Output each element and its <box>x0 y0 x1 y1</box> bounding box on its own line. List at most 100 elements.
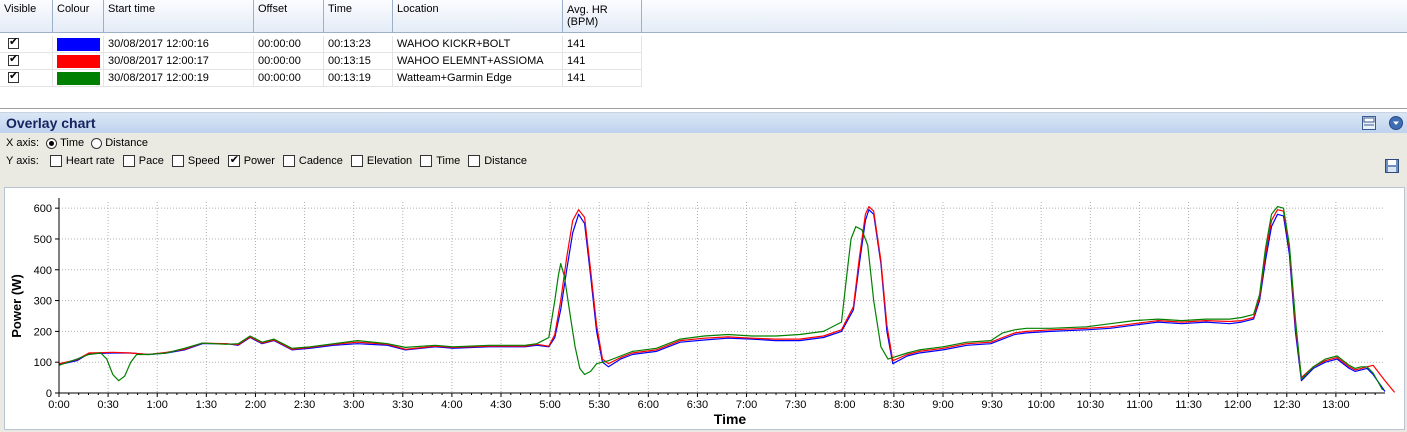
y-tick-label: 400 <box>34 265 52 277</box>
col-colour-header[interactable]: Colour <box>53 0 104 32</box>
x-tick-label: 13:00 <box>1322 399 1350 411</box>
col-offset-header[interactable]: Offset <box>254 0 324 32</box>
x-option-distance[interactable]: Distance <box>87 137 148 149</box>
visible-checkbox[interactable]: ✔ <box>8 53 19 66</box>
x-tick-label: 10:00 <box>1027 399 1055 411</box>
row-avg-hr: 141 <box>563 36 642 53</box>
x-tick-label: 4:00 <box>441 399 462 411</box>
x-option-time[interactable]: Time <box>42 137 87 149</box>
row-avg-hr: 141 <box>563 70 642 87</box>
y-option-pace[interactable]: Pace <box>115 155 164 168</box>
row-colour[interactable] <box>53 53 104 70</box>
x-tick-label: 8:00 <box>834 399 855 411</box>
col-start-time-header[interactable]: Start time <box>104 0 254 32</box>
colour-swatch[interactable] <box>57 38 100 51</box>
y-option-elevation[interactable]: Elevation <box>343 155 412 168</box>
x-tick-label: 2:30 <box>294 399 315 411</box>
power-chart: 0 100 200 300 400 500 600 0:00 0:30 1:00 1:30 2:00 2… <box>4 187 1405 430</box>
table-row[interactable]: ✔ 30/08/2017 12:00:19 00:00:00 00:13:19 Watt… <box>0 70 642 87</box>
x-tick-label: 11:30 <box>1175 399 1202 411</box>
header-filler <box>642 0 1407 32</box>
row-time: 00:13:15 <box>324 53 393 70</box>
table-row[interactable]: ✔ 30/08/2017 12:00:17 00:00:00 00:13:15 WAHO… <box>0 53 642 70</box>
row-time: 00:13:23 <box>324 36 393 53</box>
x-tick-label: 10:30 <box>1077 399 1105 411</box>
x-tick-label: 5:00 <box>539 399 560 411</box>
row-offset: 00:00:00 <box>254 70 324 87</box>
x-tick-label: 1:30 <box>196 399 217 411</box>
col-avg-hr-header[interactable]: Avg. HR (BPM) <box>563 0 642 32</box>
x-tick-label: 4:30 <box>490 399 511 411</box>
y-option-speed[interactable]: Speed <box>164 155 220 168</box>
y-tick-label: 200 <box>34 326 52 338</box>
y-tick-label: 600 <box>34 203 52 215</box>
x-option-distance-radio[interactable] <box>91 137 103 149</box>
x-tick-label: 1:00 <box>147 399 168 411</box>
y-axis-label: Y axis: <box>6 155 39 168</box>
row-time: 00:13:19 <box>324 70 393 87</box>
row-location: WAHOO ELEMNT+ASSIOMA <box>393 53 563 70</box>
row-start-time: 30/08/2017 12:00:19 <box>104 70 254 87</box>
x-tick-label: 0:00 <box>48 399 69 411</box>
collapse-icon[interactable] <box>1389 116 1403 130</box>
visible-checkbox[interactable]: ✔ <box>8 70 19 83</box>
row-visible-checkbox[interactable]: ✔ <box>0 70 53 87</box>
y-option-cadence[interactable]: Cadence <box>275 155 343 168</box>
y-option-checkbox[interactable] <box>122 155 135 168</box>
overlay-panel: Overlay chart X axis: Time Distance Y ax… <box>0 112 1407 432</box>
x-axis-label: X axis: <box>6 137 40 150</box>
x-tick-label: 7:00 <box>736 399 757 411</box>
x-tick-label: 0:30 <box>97 399 118 411</box>
y-option-distance[interactable]: Distance <box>460 155 527 168</box>
row-offset: 00:00:00 <box>254 53 324 70</box>
row-colour[interactable] <box>53 70 104 87</box>
col-visible-header[interactable]: Visible <box>0 0 53 32</box>
save-icon[interactable] <box>1385 159 1399 173</box>
y-tick-label: 100 <box>34 357 52 369</box>
x-tick-label: 3:00 <box>343 399 364 411</box>
y-option-checkbox[interactable] <box>420 155 433 168</box>
row-location: WAHOO KICKR+BOLT <box>393 36 563 53</box>
x-option-time-radio[interactable] <box>46 137 58 149</box>
x-tick-label: 6:30 <box>687 399 708 411</box>
col-time-header[interactable]: Time <box>324 0 393 32</box>
visible-checkbox[interactable]: ✔ <box>8 36 19 49</box>
grid-header: Visible Colour Start time Offset Time Lo… <box>0 0 1407 33</box>
layout-icon[interactable] <box>1362 116 1376 130</box>
x-tick-label: 6:00 <box>638 399 659 411</box>
row-visible-checkbox[interactable]: ✔ <box>0 53 53 70</box>
x-tick-label: 5:30 <box>589 399 610 411</box>
y-option-time[interactable]: Time <box>412 155 460 168</box>
y-axis-title: Power (W) <box>9 274 24 338</box>
track-grid: Visible Colour Start time Offset Time Lo… <box>0 0 1407 109</box>
y-option-checkbox[interactable] <box>468 155 481 168</box>
x-tick-label: 8:30 <box>883 399 904 411</box>
x-tick-label: 3:30 <box>392 399 413 411</box>
row-colour[interactable] <box>53 36 104 53</box>
x-tick-label: 12:30 <box>1273 399 1301 411</box>
row-visible-checkbox[interactable]: ✔ <box>0 36 53 53</box>
x-tick-label: 9:00 <box>932 399 953 411</box>
y-option-checkbox[interactable]: ✔ <box>227 154 240 168</box>
x-axis-title: Time <box>714 411 747 427</box>
y-axis-options: Y axis: Heart rate Pace Speed ✔ Power Cadence… <box>6 154 527 168</box>
overlay-title-bar: Overlay chart <box>0 112 1407 133</box>
plot-area <box>59 202 1385 393</box>
colour-swatch[interactable] <box>57 55 100 68</box>
col-location-header[interactable]: Location <box>393 0 563 32</box>
x-tick-label: 9:30 <box>981 399 1002 411</box>
x-tick-label: 11:00 <box>1126 399 1153 411</box>
y-option-checkbox[interactable] <box>282 155 295 168</box>
colour-swatch[interactable] <box>57 72 100 85</box>
row-start-time: 30/08/2017 12:00:16 <box>104 36 254 53</box>
y-option-checkbox[interactable] <box>171 155 184 168</box>
check-icon: ✔ <box>9 53 19 65</box>
row-avg-hr: 141 <box>563 53 642 70</box>
row-start-time: 30/08/2017 12:00:17 <box>104 53 254 70</box>
y-tick-label: 500 <box>34 234 52 246</box>
y-option-checkbox[interactable] <box>49 155 62 168</box>
y-option-heart-rate[interactable]: Heart rate <box>42 155 115 168</box>
y-option-power[interactable]: ✔ Power <box>220 154 275 168</box>
table-row[interactable]: ✔ 30/08/2017 12:00:16 00:00:00 00:13:23 WAHO… <box>0 36 642 53</box>
y-option-checkbox[interactable] <box>350 155 363 168</box>
